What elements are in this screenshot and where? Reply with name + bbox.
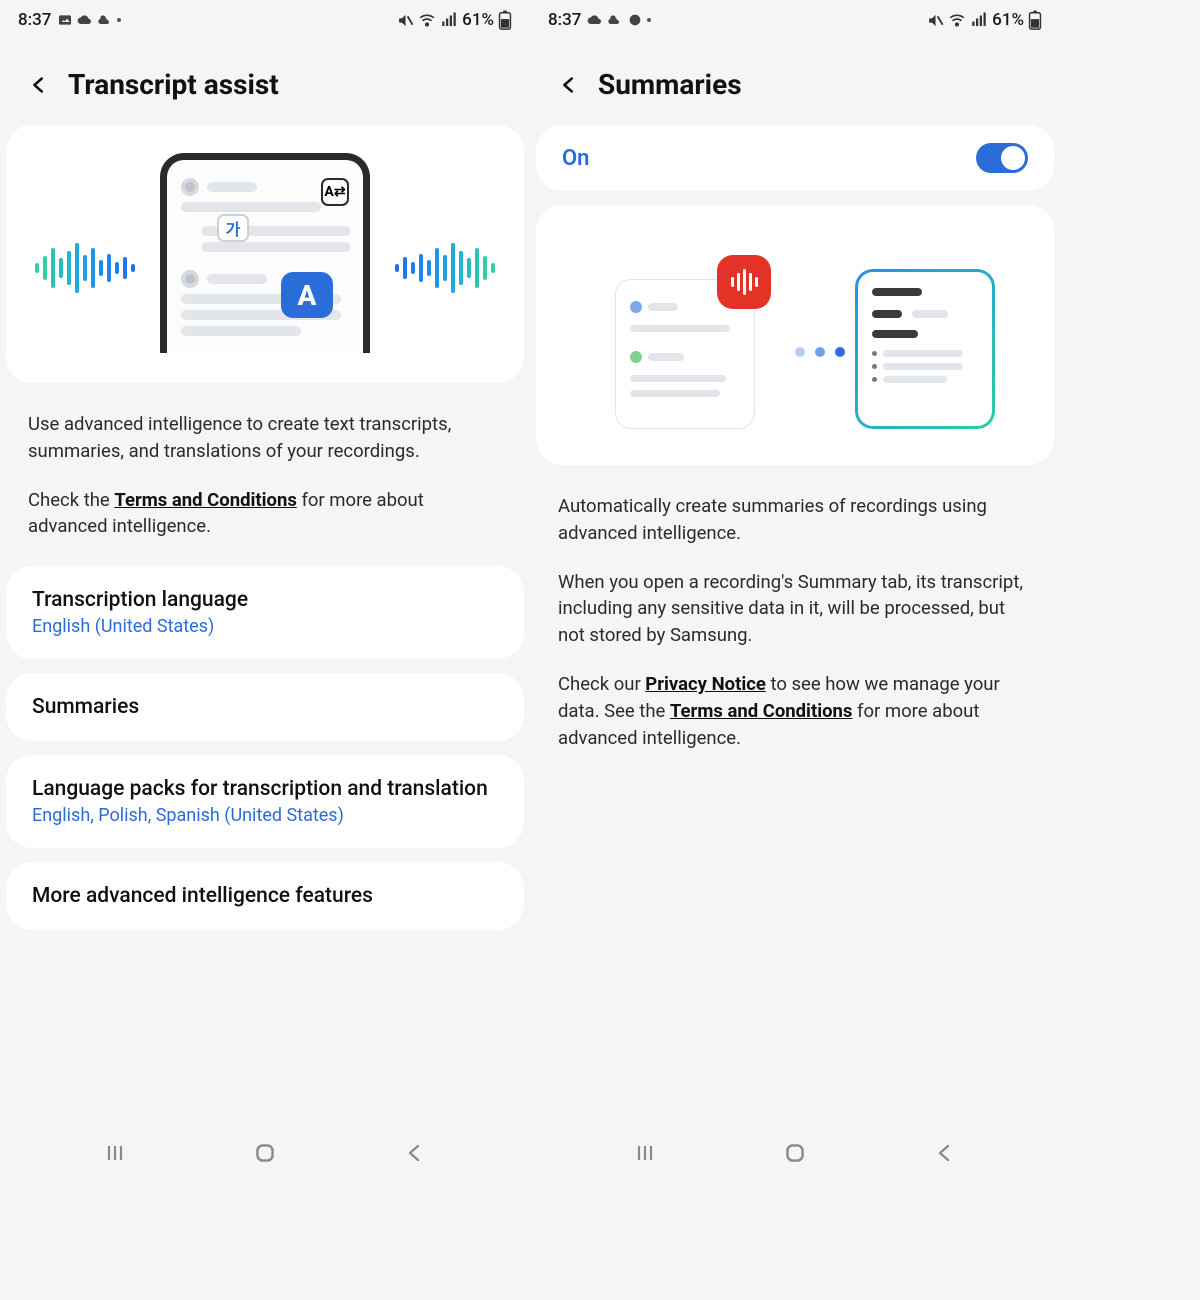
more-dot-icon <box>117 18 121 22</box>
battery-icon <box>498 10 512 30</box>
setting-more-ai-features[interactable]: More advanced intelligence features <box>6 862 524 930</box>
description-block: Use advanced intelligence to create text… <box>0 397 530 566</box>
setting-title: Transcription language <box>32 588 498 612</box>
privacy-notice-link[interactable]: Privacy Notice <box>645 673 766 695</box>
page-header: Summaries <box>530 40 1060 125</box>
nav-back-button[interactable] <box>399 1137 431 1169</box>
status-bar: 8:37 61% <box>530 0 1060 40</box>
phone-frame-icon: A⇄ 가 A <box>160 153 370 353</box>
status-left-icons <box>57 12 121 28</box>
translate-icon: A⇄ <box>321 178 349 206</box>
setting-title: Summaries <box>32 695 498 719</box>
nav-back-button[interactable] <box>929 1137 961 1169</box>
status-left-icons <box>587 12 651 28</box>
home-button[interactable] <box>249 1137 281 1169</box>
more-dot-icon <box>647 18 651 22</box>
weather-icon <box>97 12 113 28</box>
page-title: Summaries <box>598 68 742 101</box>
setting-title: More advanced intelligence features <box>32 884 498 908</box>
battery-text: 61% <box>992 10 1024 30</box>
recents-button[interactable] <box>629 1137 661 1169</box>
signal-icon <box>440 11 458 29</box>
recording-app-icon <box>717 255 771 309</box>
wifi-icon <box>948 11 966 29</box>
cloud-icon <box>587 12 603 28</box>
chevron-left-icon <box>28 70 50 100</box>
ball-icon <box>627 12 643 28</box>
description-para-2: Check the Terms and Conditions for more … <box>28 487 502 541</box>
weather-icon <box>607 12 623 28</box>
home-button[interactable] <box>779 1137 811 1169</box>
setting-value: English, Polish, Spanish (United States) <box>32 805 498 826</box>
back-button[interactable] <box>28 70 50 100</box>
setting-summaries[interactable]: Summaries <box>6 673 524 741</box>
toggle-switch[interactable] <box>976 143 1028 173</box>
processing-dots-icon <box>795 347 845 357</box>
hero-illustration-card <box>536 205 1054 465</box>
system-nav-bar <box>0 1126 530 1180</box>
back-button[interactable] <box>558 70 580 100</box>
latin-a-bubble-icon: A <box>281 272 333 318</box>
description-para-2: When you open a recording's Summary tab,… <box>558 569 1032 649</box>
screen-transcript-assist: 8:37 61% Transcript assist <box>0 0 530 1180</box>
status-time: 8:37 <box>18 10 51 30</box>
korean-glyph-icon: 가 <box>217 214 249 242</box>
transcript-illustration: A⇄ 가 A <box>25 153 505 363</box>
mute-icon <box>397 12 414 29</box>
recents-button[interactable] <box>99 1137 131 1169</box>
summaries-illustration <box>565 239 1025 439</box>
picture-icon <box>57 12 73 28</box>
wifi-icon <box>418 11 436 29</box>
setting-title: Language packs for transcription and tra… <box>32 777 498 801</box>
description-block: Automatically create summaries of record… <box>530 479 1060 778</box>
battery-text: 61% <box>462 10 494 30</box>
setting-value: English (United States) <box>32 616 498 637</box>
toggle-label: On <box>562 146 589 171</box>
terms-link[interactable]: Terms and Conditions <box>114 489 297 511</box>
description-para-3: Check our Privacy Notice to see how we m… <box>558 671 1032 751</box>
signal-icon <box>970 11 988 29</box>
mute-icon <box>927 12 944 29</box>
system-nav-bar <box>530 1126 1060 1180</box>
terms-link[interactable]: Terms and Conditions <box>670 700 853 722</box>
status-bar: 8:37 61% <box>0 0 530 40</box>
summaries-master-toggle[interactable]: On <box>536 125 1054 191</box>
description-para-1: Automatically create summaries of record… <box>558 493 1032 547</box>
waveform-right-icon <box>395 243 495 293</box>
page-header: Transcript assist <box>0 40 530 125</box>
setting-transcription-language[interactable]: Transcription language English (United S… <box>6 566 524 659</box>
setting-language-packs[interactable]: Language packs for transcription and tra… <box>6 755 524 848</box>
cloud-icon <box>77 12 93 28</box>
description-para-1: Use advanced intelligence to create text… <box>28 411 502 465</box>
waveform-left-icon <box>35 243 135 293</box>
chevron-left-icon <box>558 70 580 100</box>
screen-summaries: 8:37 61% Summaries On <box>530 0 1060 1180</box>
status-time: 8:37 <box>548 10 581 30</box>
hero-illustration-card: A⇄ 가 A <box>6 125 524 383</box>
page-title: Transcript assist <box>68 68 279 101</box>
battery-icon <box>1028 10 1042 30</box>
summary-doc-icon <box>855 269 995 429</box>
